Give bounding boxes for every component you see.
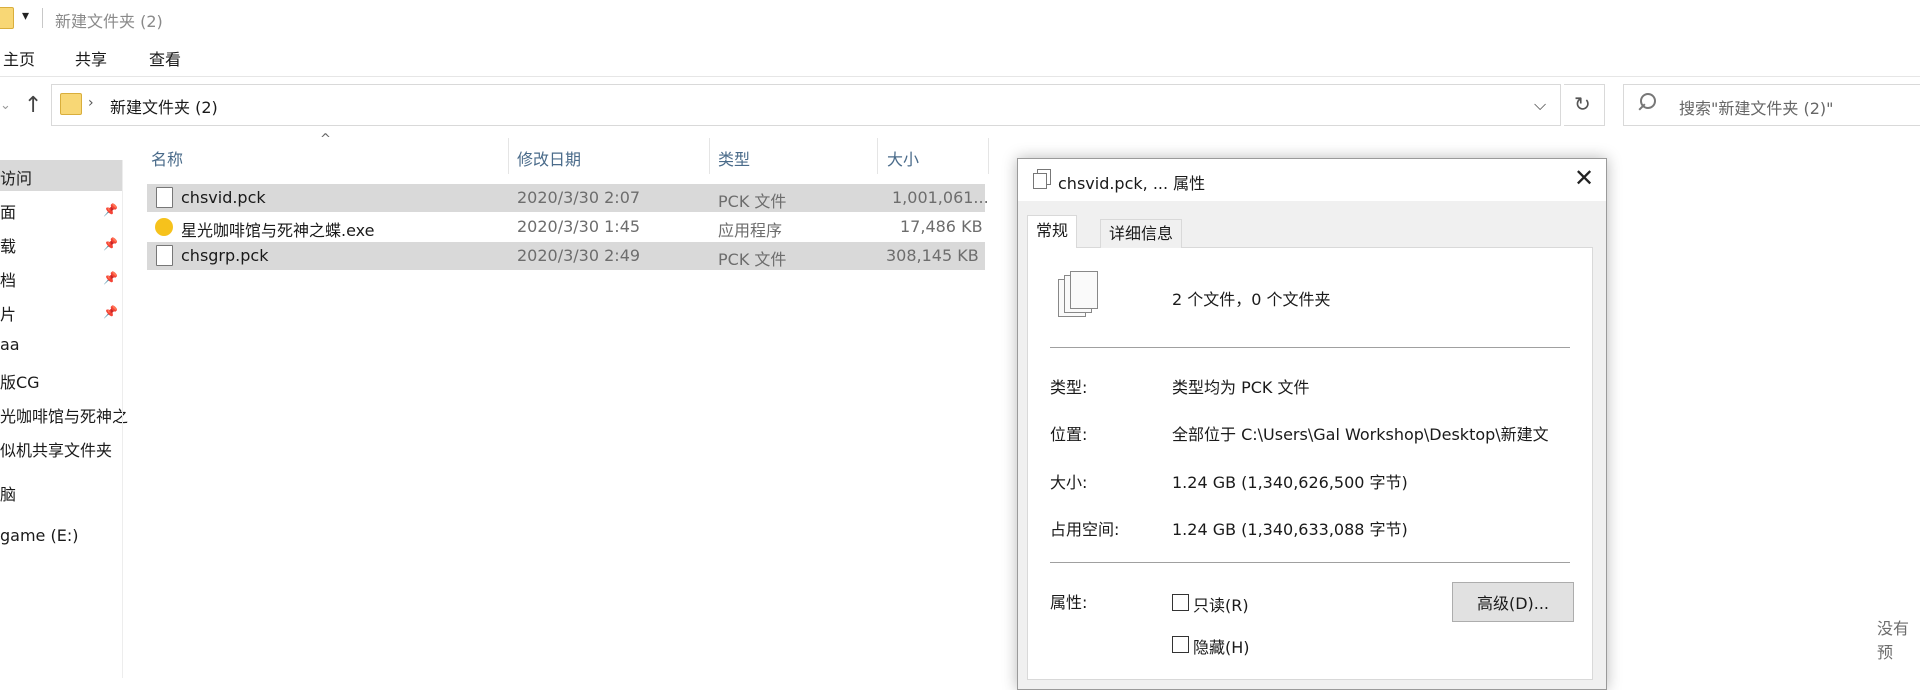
size-value: 1.24 GB (1,340,626,500 字节) <box>1172 473 1408 492</box>
nav-item-documents[interactable]: 档 <box>0 267 16 291</box>
folder-icon <box>0 7 14 29</box>
window-title: 新建文件夹 (2) <box>55 12 163 31</box>
pin-icon: 📌 <box>103 305 118 319</box>
tab-details[interactable]: 详细信息 <box>1100 219 1183 248</box>
nav-item-aa[interactable]: aa <box>0 335 20 354</box>
breadcrumb-current[interactable]: 新建文件夹 (2) <box>110 94 218 118</box>
nav-item-desktop[interactable]: 面 <box>0 199 16 223</box>
title-bar <box>0 0 1920 36</box>
file-name[interactable]: 星光咖啡馆与死神之蝶.exe <box>181 217 374 241</box>
recent-locations-icon[interactable]: ⌄ <box>0 98 11 113</box>
file-icon <box>156 245 173 266</box>
multiple-files-icon <box>1070 271 1098 309</box>
search-placeholder[interactable]: 搜索"新建文件夹 (2)" <box>1679 95 1833 119</box>
type-label: 类型: <box>1050 378 1088 397</box>
multiple-files-icon <box>1033 173 1047 189</box>
file-size: 17,486 KB <box>900 217 983 236</box>
ribbon-divider <box>0 76 1920 77</box>
ribbon-tab-home[interactable]: 主页 <box>3 46 35 70</box>
column-header-size[interactable]: 大小 <box>887 146 919 170</box>
file-name[interactable]: chsgrp.pck <box>181 246 268 265</box>
column-separator[interactable] <box>508 138 509 174</box>
breadcrumb-chevron-icon[interactable]: › <box>88 95 94 111</box>
title-divider <box>42 8 43 28</box>
hidden-checkbox[interactable] <box>1172 636 1189 653</box>
column-separator[interactable] <box>988 138 989 174</box>
preview-pane-note: 没有预 <box>1877 619 1910 662</box>
ribbon-tab-view[interactable]: 查看 <box>149 46 181 70</box>
pin-icon: 📌 <box>103 237 118 251</box>
nav-item-this-pc[interactable]: 脑 <box>0 481 16 505</box>
size-label: 大小: <box>1050 473 1088 492</box>
type-value: 类型均为 PCK 文件 <box>1172 378 1310 397</box>
tab-general[interactable]: 常规 <box>1027 215 1078 248</box>
pin-icon: 📌 <box>103 271 118 285</box>
file-icon <box>156 187 173 208</box>
file-size: 308,145 KB <box>886 246 979 265</box>
refresh-icon[interactable]: ↻ <box>1574 92 1591 116</box>
close-icon[interactable]: ✕ <box>1574 164 1594 192</box>
hidden-label[interactable]: 隐藏(H) <box>1193 634 1250 658</box>
sort-ascending-icon: ^ <box>320 132 331 147</box>
file-type: PCK 文件 <box>718 250 787 269</box>
file-modified: 2020/3/30 1:45 <box>517 217 641 236</box>
file-type: 应用程序 <box>718 221 783 240</box>
nav-item-quick-access[interactable]: 访问 <box>0 165 32 189</box>
file-name[interactable]: chsvid.pck <box>181 188 266 207</box>
dialog-title: chsvid.pck, ... 属性 <box>1058 174 1206 193</box>
file-modified: 2020/3/30 2:49 <box>517 246 641 265</box>
nav-item-game-folder[interactable]: 光咖啡馆与死神之 <box>0 403 128 427</box>
file-size: 1,001,061... <box>892 188 989 207</box>
column-header-name[interactable]: 名称 <box>151 146 183 170</box>
nav-item-cg[interactable]: 版CG <box>0 369 40 393</box>
pin-icon: 📌 <box>103 203 118 217</box>
app-icon <box>155 218 173 236</box>
address-bar[interactable] <box>51 84 1561 126</box>
nav-item-drive-e[interactable]: game (E:) <box>0 526 78 545</box>
column-separator[interactable] <box>709 138 710 174</box>
selection-summary: 2 个文件，0 个文件夹 <box>1172 290 1331 309</box>
attributes-label: 属性: <box>1050 593 1088 612</box>
file-type: PCK 文件 <box>718 192 787 211</box>
quick-access-dropdown-icon[interactable]: ▾ <box>22 8 29 24</box>
column-header-type[interactable]: 类型 <box>718 146 750 170</box>
column-separator[interactable] <box>877 138 878 174</box>
dialog-separator <box>1050 562 1570 563</box>
readonly-label[interactable]: 只读(R) <box>1193 592 1249 616</box>
nav-item-vm-shared[interactable]: 似机共享文件夹 <box>0 437 112 461</box>
nav-item-pictures[interactable]: 片 <box>0 301 16 325</box>
size-on-disk-label: 占用空间: <box>1050 520 1120 539</box>
advanced-button[interactable]: 高级(D)... <box>1452 582 1574 622</box>
location-value: 全部位于 C:\Users\Gal Workshop\Desktop\新建文 <box>1172 425 1549 444</box>
address-dropdown-icon[interactable]: ⌵ <box>1534 95 1546 115</box>
file-modified: 2020/3/30 2:07 <box>517 188 641 207</box>
up-arrow-icon[interactable]: ↑ <box>24 93 42 118</box>
address-folder-icon <box>60 93 82 115</box>
readonly-checkbox[interactable] <box>1172 594 1189 611</box>
ribbon-tab-share[interactable]: 共享 <box>75 46 107 70</box>
size-on-disk-value: 1.24 GB (1,340,633,088 字节) <box>1172 520 1408 539</box>
location-label: 位置: <box>1050 425 1088 444</box>
nav-item-downloads[interactable]: 载 <box>0 233 16 257</box>
nav-pane-divider <box>122 160 123 678</box>
column-header-modified[interactable]: 修改日期 <box>517 146 581 170</box>
dialog-separator <box>1050 347 1570 348</box>
